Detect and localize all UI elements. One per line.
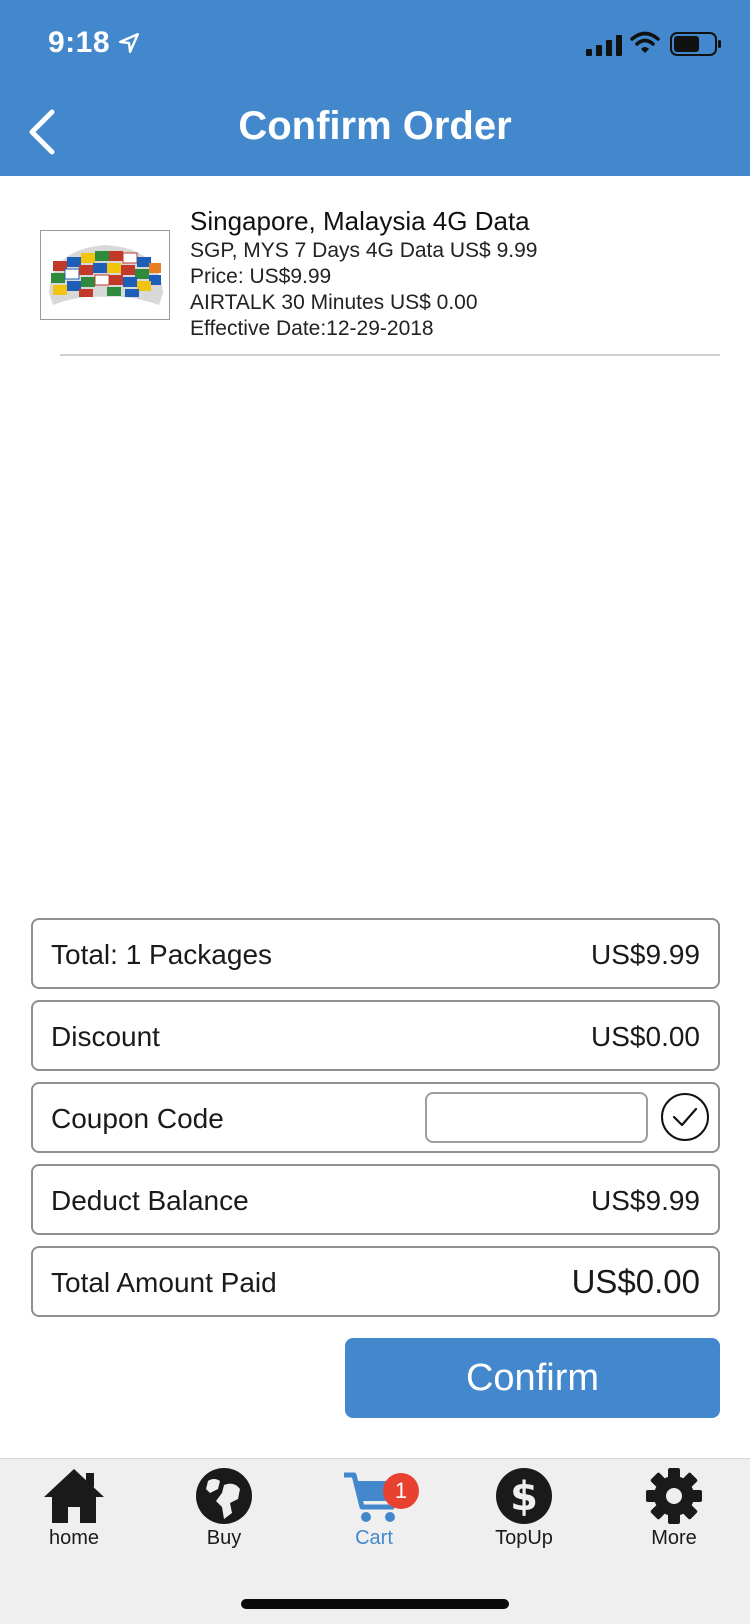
- location-arrow-icon: [118, 32, 140, 54]
- package-effective-date: Effective Date:12-29-2018: [190, 317, 434, 340]
- deduct-balance-row: Deduct Balance US$9.99: [31, 1164, 720, 1235]
- total-paid-label: Total Amount Paid: [51, 1267, 277, 1298]
- package-plan-line: SGP, MYS 7 Days 4G Data US$ 9.99: [190, 239, 538, 262]
- deduct-balance-value: US$9.99: [591, 1185, 700, 1216]
- package-airtalk-line: AIRTALK 30 Minutes US$ 0.00: [190, 291, 478, 314]
- package-details: Singapore, Malaysia 4G Data SGP, MYS 7 D…: [190, 204, 537, 342]
- order-item: Singapore, Malaysia 4G Data SGP, MYS 7 D…: [0, 176, 750, 356]
- home-icon: [44, 1469, 104, 1523]
- globe-icon: [196, 1468, 252, 1524]
- discount-label: Discount: [51, 1021, 160, 1052]
- coupon-code-input[interactable]: [425, 1092, 648, 1143]
- navigation-header: 9:18 Confirm Order: [0, 0, 750, 176]
- tab-home[interactable]: home: [19, 1467, 129, 1557]
- tab-more[interactable]: More: [619, 1467, 729, 1557]
- svg-text:$: $: [510, 1474, 538, 1520]
- page-title: Confirm Order: [238, 104, 512, 148]
- tab-buy-label: Buy: [206, 1527, 242, 1549]
- total-packages-row: Total: 1 Packages US$9.99: [31, 918, 720, 989]
- tab-buy[interactable]: Buy: [169, 1467, 279, 1557]
- coupon-label: Coupon Code: [51, 1103, 224, 1134]
- bottom-tab-bar: home Buy 1 Cart $ TopUp More: [0, 1458, 750, 1624]
- package-title: Singapore, Malaysia 4G Data: [190, 206, 530, 236]
- flags-globe-image: [49, 245, 163, 305]
- tab-topup[interactable]: $ TopUp: [469, 1467, 579, 1557]
- status-time: 9:18: [48, 26, 111, 59]
- confirm-button[interactable]: Confirm: [345, 1338, 720, 1418]
- apply-coupon-check-icon[interactable]: [660, 1092, 710, 1142]
- tab-home-label: home: [48, 1527, 100, 1549]
- discount-value: US$0.00: [591, 1021, 700, 1052]
- tab-more-label: More: [651, 1527, 697, 1549]
- cellular-signal-icon: [586, 35, 622, 56]
- deduct-balance-label: Deduct Balance: [51, 1185, 249, 1216]
- battery-icon: [670, 32, 721, 56]
- dollar-icon: $: [496, 1468, 552, 1524]
- total-packages-value: US$9.99: [591, 939, 700, 970]
- tab-cart[interactable]: 1 Cart: [319, 1467, 429, 1557]
- total-packages-label: Total: 1 Packages: [51, 939, 273, 970]
- total-paid-row: Total Amount Paid US$0.00: [31, 1246, 720, 1317]
- coupon-row: Coupon Code: [31, 1082, 720, 1153]
- cart-count-badge: 1: [383, 1473, 419, 1509]
- gear-icon: [646, 1468, 702, 1524]
- package-price-line: Price: US$9.99: [190, 265, 332, 288]
- discount-row: Discount US$0.00: [31, 1000, 720, 1071]
- tab-topup-label: TopUp: [495, 1527, 553, 1549]
- tab-cart-label: Cart: [355, 1527, 393, 1549]
- package-thumbnail: [40, 230, 170, 320]
- home-indicator[interactable]: [241, 1599, 509, 1609]
- item-divider: [60, 354, 720, 356]
- wifi-icon: [630, 31, 660, 53]
- total-paid-value: US$0.00: [571, 1263, 700, 1300]
